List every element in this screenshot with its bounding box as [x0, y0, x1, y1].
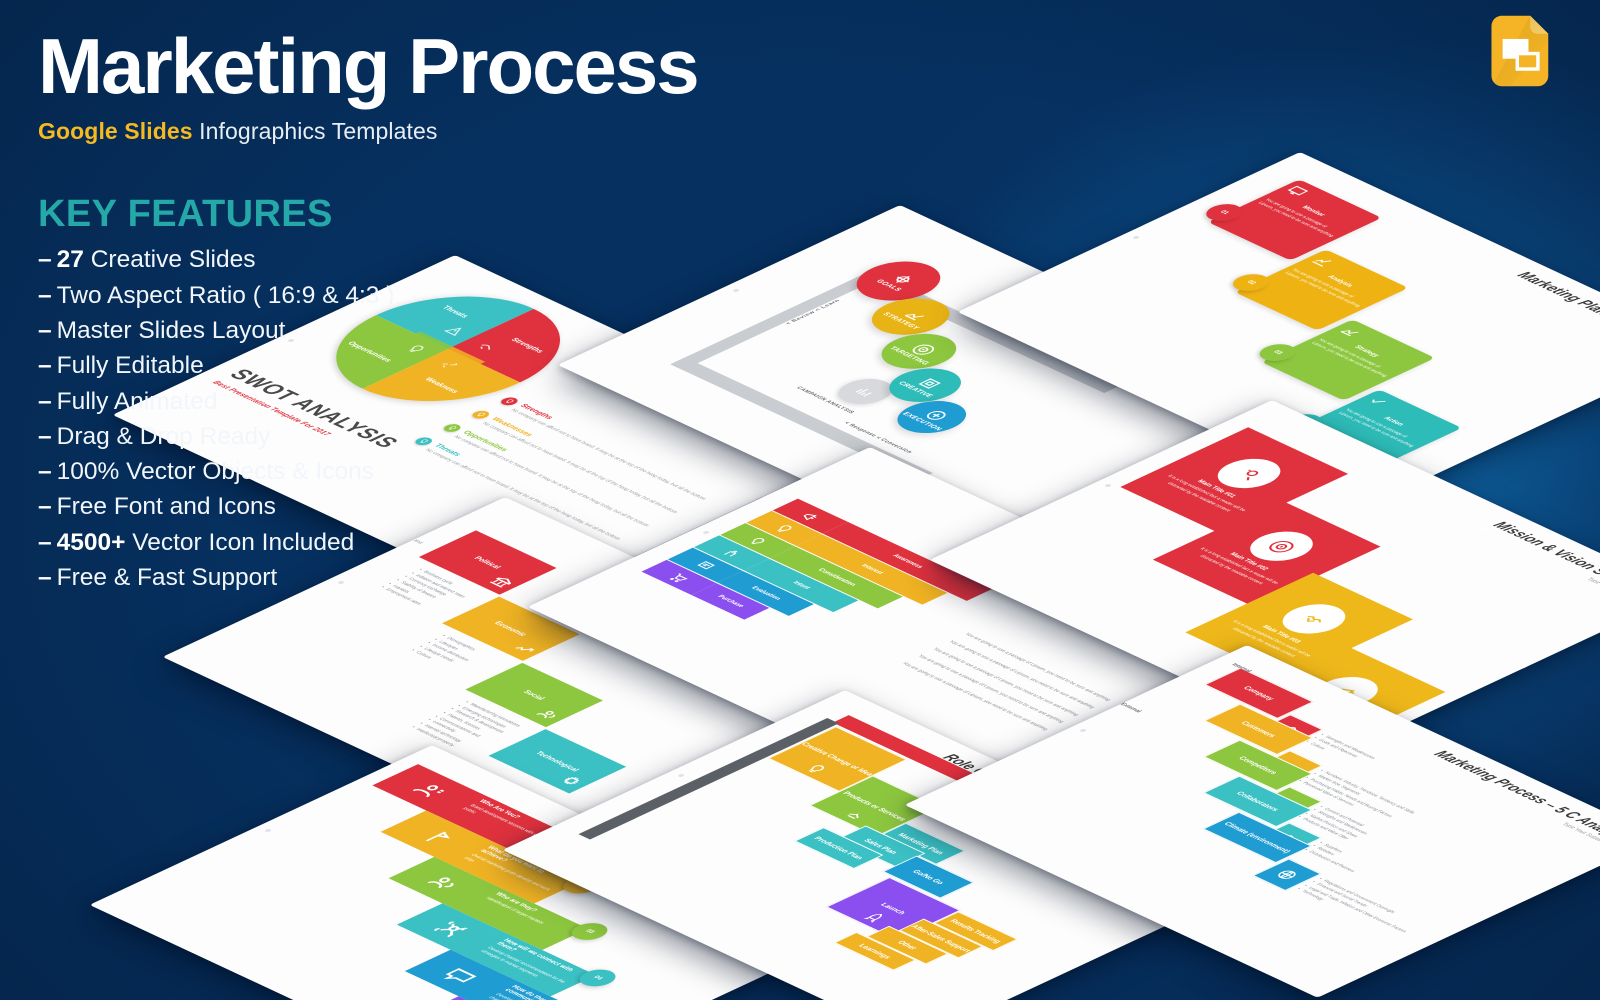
bullet-dash: – [38, 316, 52, 344]
planning-card[interactable]: Monitor You are going to use a passage of… [1207, 179, 1382, 261]
handshake-icon [1306, 615, 1321, 623]
think-icon [751, 537, 765, 544]
key-feature-item: – Two Aspect Ratio ( 16:9 & 4:3 ) [38, 278, 698, 313]
planning-card[interactable]: Strategy You are going to use a passage o… [1261, 319, 1436, 401]
feature-highlight: 27 [56, 246, 84, 274]
feature-text: Fully Animated [56, 387, 218, 415]
brand-label: Google Slides [38, 118, 193, 145]
bullet-dash: – [38, 528, 52, 556]
key-feature-item: – Free Font and Icons [38, 489, 698, 524]
people-icon [536, 711, 556, 719]
feature-text: Drag & Drop Ready [56, 422, 271, 450]
analytics-icon [855, 388, 872, 396]
bullet-dash: – [38, 281, 52, 309]
goal-icon [425, 831, 450, 842]
key-feature-item: – Master Slides Layout [38, 313, 698, 348]
audience-icon [427, 877, 454, 889]
key-feature-item: –27 Creative Slides [38, 242, 698, 277]
feature-text: Fully Editable [56, 352, 204, 380]
funnel-body-text: You are going to use a passage of Lipsum… [890, 632, 1113, 736]
megaphone-icon [803, 513, 818, 520]
role-block-label: Other [895, 939, 920, 951]
feature-text: Master Slides Layout [56, 316, 286, 344]
feature-text: Creative Slides [83, 246, 256, 274]
key-features-list: –27 Creative Slides – Two Aspect Ratio ( 1… [38, 242, 698, 595]
key-feature-item: – Fully Editable [38, 348, 698, 383]
funnel-body-line: You are going to use a passage of Lipsum… [963, 631, 1113, 702]
page-subtitle: Google Slides Infographics Templates [38, 118, 698, 145]
slide-handle-dot [701, 530, 711, 535]
bullet-dash: – [38, 493, 52, 521]
feature-text: Free Font and Icons [56, 493, 276, 521]
funnel-body-line: You are going to use a passage of Lipsum… [932, 646, 1082, 717]
feature-text: Two Aspect Ratio ( 16:9 & 4:3 ) [56, 281, 395, 309]
pest-cell-label: Social [521, 689, 547, 701]
network-icon [434, 921, 468, 938]
planning-cards-flow: Monitor You are going to use a passage of… [1198, 152, 1600, 471]
hand-icon [724, 550, 738, 556]
target-icon [1268, 540, 1294, 553]
tech-icon [563, 777, 580, 785]
fivec-bullet: Financial and Social Trends [1309, 880, 1460, 951]
fivec-cell-label: Competitors [1236, 755, 1280, 776]
who-are-you-icon [412, 785, 445, 798]
feature-text: Free & Fast Support [56, 563, 278, 591]
fivec-cell-label: Customers [1239, 720, 1279, 739]
vision-band-label: VISION STATEMENT [1491, 649, 1533, 672]
bullet-dash: – [38, 246, 52, 274]
page-title: Marketing Process [38, 22, 700, 110]
slide-handle-dot [1103, 483, 1113, 488]
economy-icon [515, 647, 535, 652]
slide-handle-dot [731, 288, 741, 293]
slide-title: Marketing Planning Process [1513, 269, 1600, 353]
funnel-body-line: You are going to use a passage of Lipsum… [947, 639, 1097, 709]
role-block-label: Go/No Go [910, 868, 947, 886]
intro-panel: Marketing Process Google Slides Infograp… [38, 22, 700, 595]
feature-text: Vector Icon Included [125, 528, 355, 556]
gear-search-icon [1246, 469, 1258, 481]
idea-icon [808, 765, 825, 773]
fivec-cell-label: Collaborators [1234, 790, 1282, 813]
climate-icon [1278, 870, 1296, 879]
bullet-dash: – [38, 563, 52, 591]
hand-product-icon [847, 813, 859, 819]
funnel-body-line: You are going to use a passage of Lipsum… [900, 661, 1050, 732]
slide-handle-dot [1078, 728, 1088, 733]
key-feature-item: – Free & Fast Support [38, 560, 698, 595]
fivec-bullet-list: Regulations and Government OversightFina… [1294, 877, 1467, 958]
feature-text: 100% Vector Objects & Icons [56, 458, 374, 486]
feature-highlight: 4500+ [56, 528, 126, 556]
fivec-cell[interactable]: Company [1204, 667, 1314, 719]
subtitle-rest: Infographics Templates [192, 118, 438, 145]
bulb-icon [777, 524, 792, 532]
slide-header: Marketing Planning ProcessType Your Subt… [1504, 270, 1600, 357]
bullet-dash: – [38, 387, 52, 415]
pest-cell-label: Technological [533, 750, 582, 773]
fivec-cell[interactable]: Customers [1203, 703, 1314, 755]
key-feature-item: –100% Vector Objects & Icons [38, 454, 698, 489]
fivec-axis-external: External [1118, 702, 1142, 714]
fivec-cell-label: Company [1241, 685, 1277, 702]
key-feature-item: –4500+ Vector Icon Included [38, 525, 698, 560]
fivec-cell[interactable]: Climate (environment) [1202, 811, 1313, 864]
key-feature-item: – Drag & Drop Ready [38, 419, 698, 454]
bullet-dash: – [38, 352, 52, 380]
key-features-heading: KEY FEATURES [38, 193, 333, 236]
bullet-dash: – [38, 458, 52, 486]
planning-card[interactable]: Analysis You are going to use a passage o… [1234, 249, 1409, 331]
slide-handle-dot [1131, 235, 1141, 240]
funnel-body-line: You are going to use a passage of Lipsum… [916, 654, 1066, 724]
key-feature-item: – Fully Animated [38, 384, 698, 419]
slide-handle-dot [676, 773, 686, 778]
bullet-dash: – [38, 422, 52, 450]
pest-cell-label: Economic [492, 620, 530, 638]
fivec-cell[interactable]: Collaborators [1203, 775, 1313, 827]
google-slides-icon [1491, 15, 1549, 87]
fivec-cell[interactable]: Competitors [1203, 739, 1313, 791]
communication-icon [443, 968, 477, 983]
launch-icon [863, 913, 882, 923]
slide-handle-dot [263, 828, 273, 833]
